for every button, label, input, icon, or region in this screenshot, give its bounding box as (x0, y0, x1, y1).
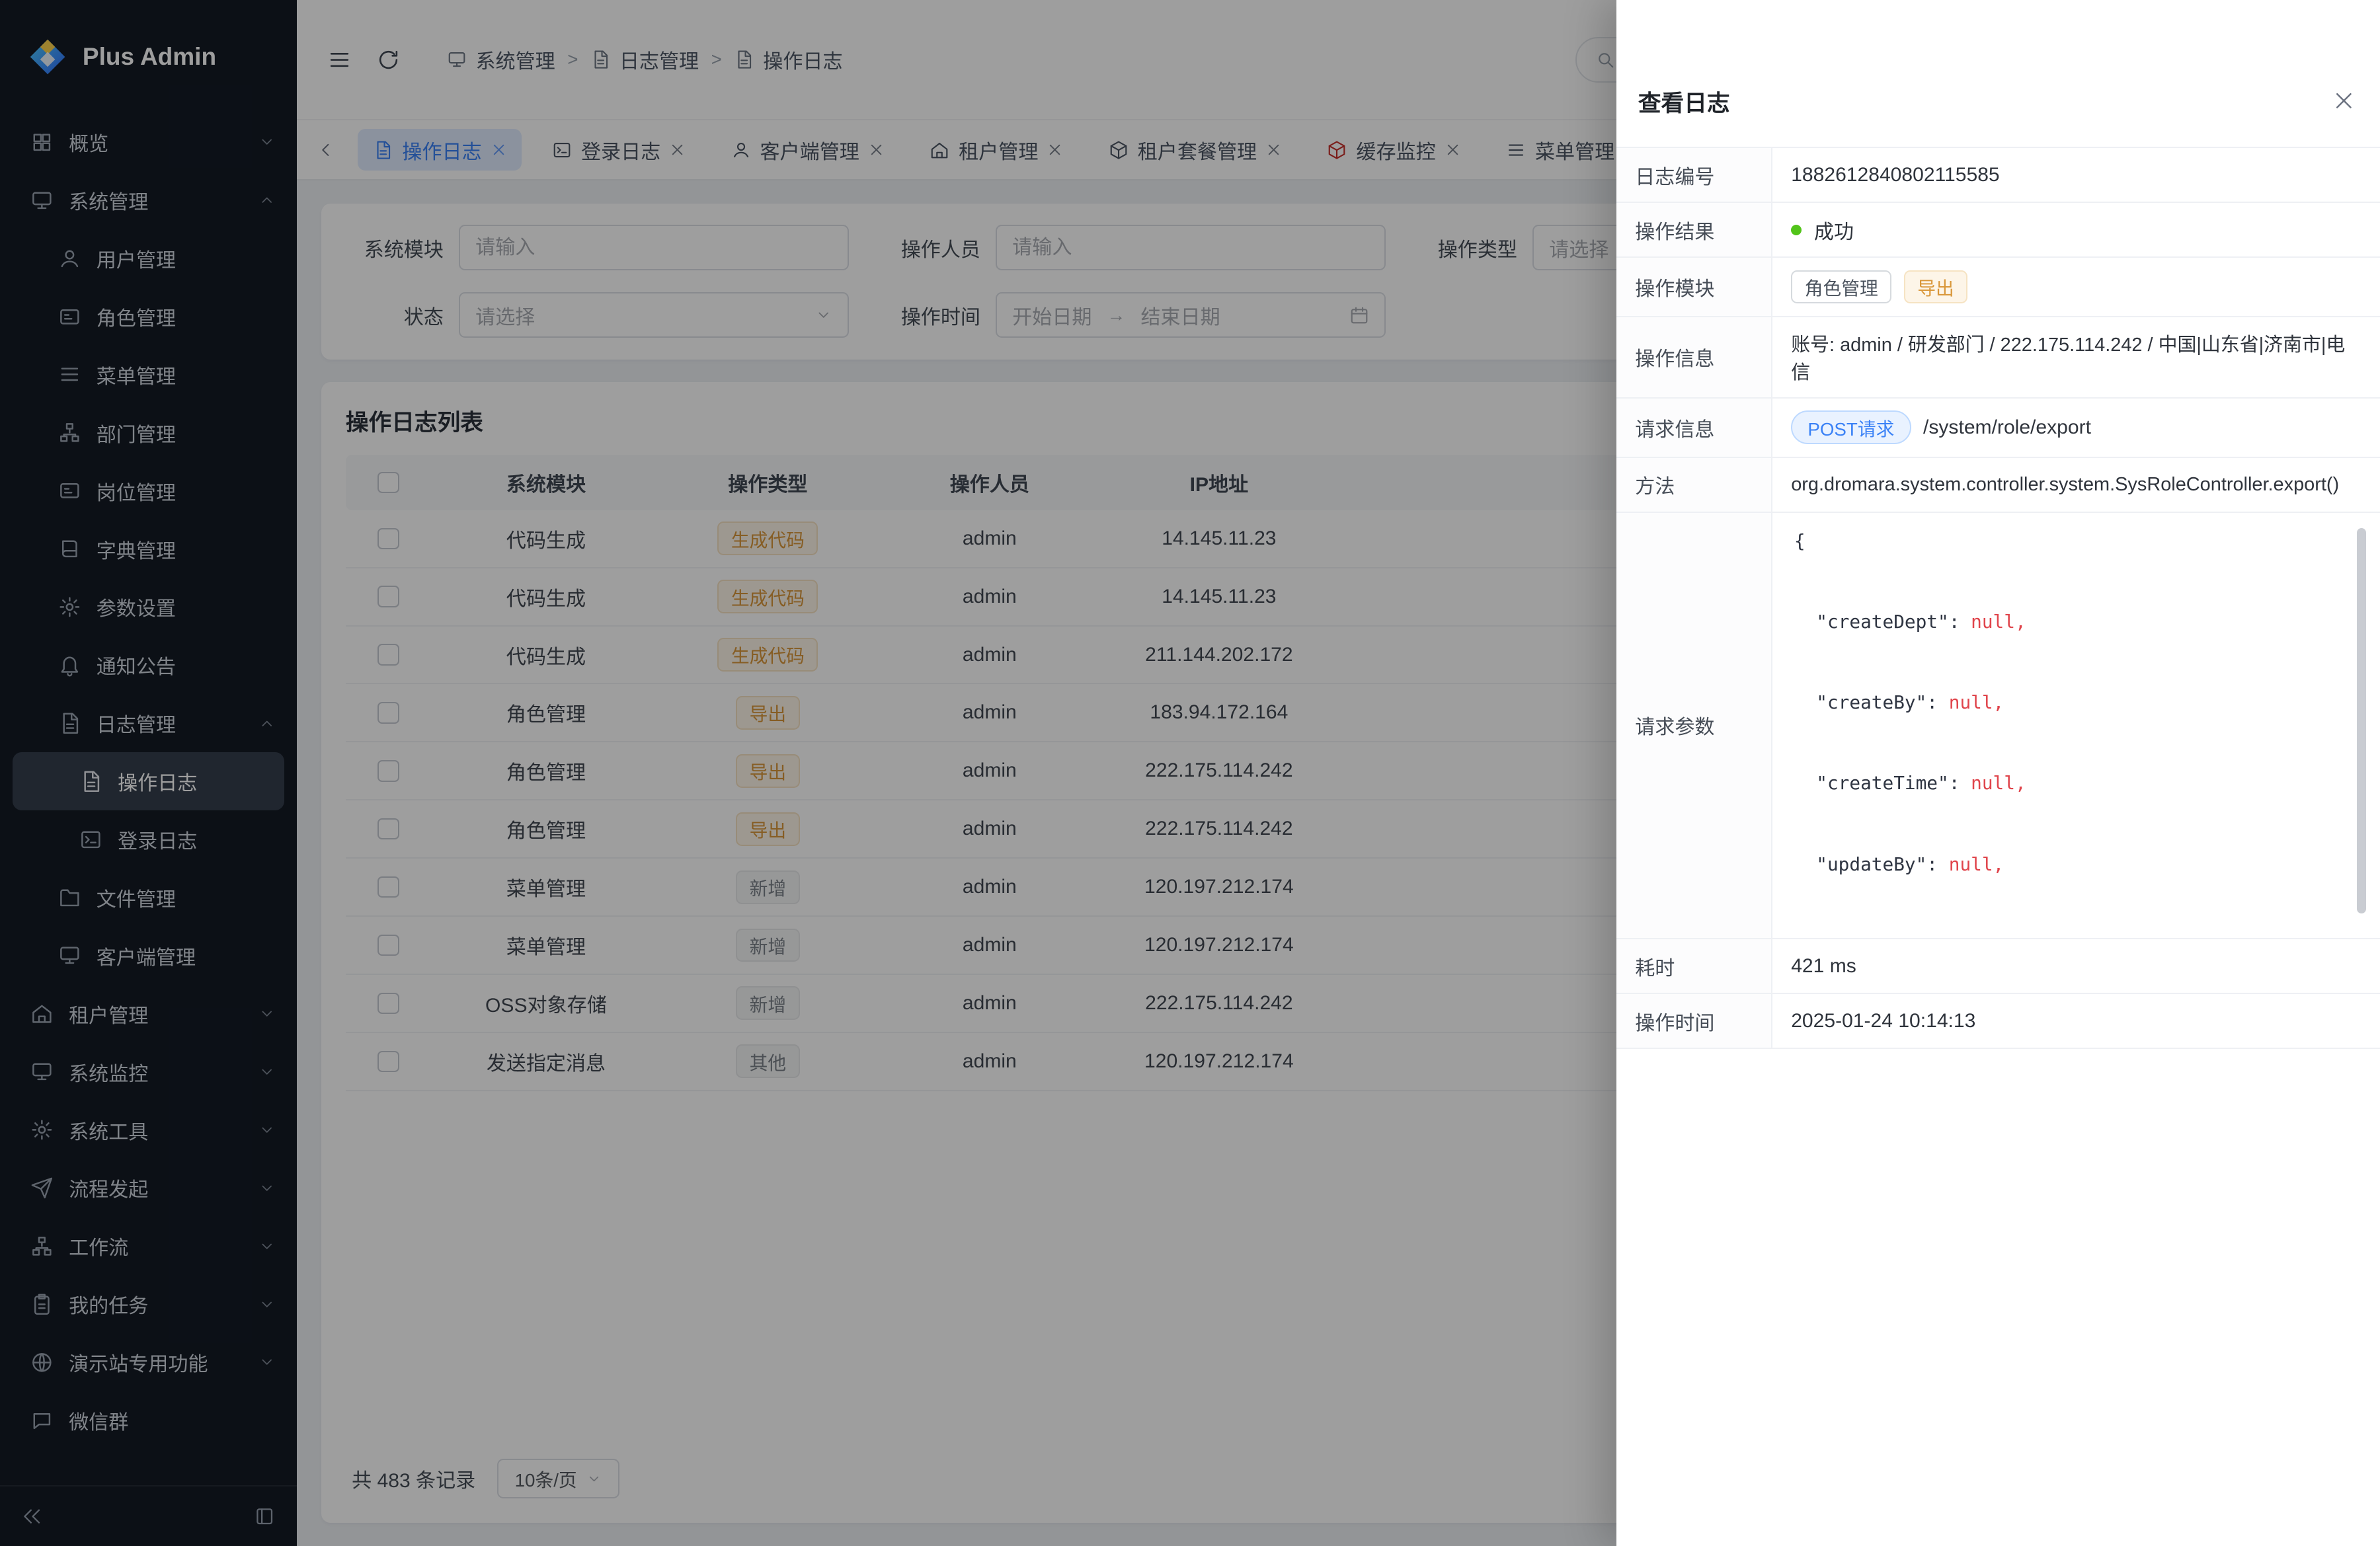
request-url: /system/role/export (1923, 416, 2091, 439)
operation-type-tag: 导出 (1904, 270, 1968, 304)
detail-row-module: 操作模块 角色管理 导出 (1616, 258, 2379, 317)
result-value: 成功 (1814, 215, 1854, 245)
request-params-json[interactable]: { "createDept": null, "createBy": null, … (1782, 519, 2371, 932)
app-root: Plus Admin 概览 系统管理 用户管理 角色管理 (0, 0, 2380, 1546)
detail-row-duration: 耗时 421 ms (1616, 939, 2379, 994)
operation-time-value: 2025-01-24 10:14:13 (1772, 994, 2380, 1048)
close-icon[interactable] (2332, 89, 2356, 112)
success-status-dot (1791, 225, 1802, 235)
operation-info-value: 账号: admin / 研发部门 / 222.175.114.242 / 中国|… (1772, 317, 2380, 397)
method-value: org.dromara.system.controller.system.Sys… (1772, 458, 2380, 512)
detail-row-request: 请求信息 POST请求 /system/role/export (1616, 399, 2379, 458)
log-id-value: 1882612840802115585 (1772, 148, 2380, 202)
duration-value: 421 ms (1772, 939, 2380, 993)
drawer-header: 查看日志 (1616, 0, 2379, 147)
code-scrollbar[interactable] (2357, 528, 2366, 913)
detail-row-method: 方法 org.dromara.system.controller.system.… (1616, 458, 2379, 513)
detail-row-time: 操作时间 2025-01-24 10:14:13 (1616, 994, 2379, 1049)
detail-row-params: 请求参数 { "createDept": null, "createBy": n… (1616, 513, 2379, 939)
drawer-title: 查看日志 (1638, 85, 1730, 118)
detail-row-result: 操作结果 成功 (1616, 203, 2379, 258)
drawer-view-log: 查看日志 日志编号 1882612840802115585 操作结果 成功 操作… (1616, 0, 2379, 1546)
detail-row-log-id: 日志编号 1882612840802115585 (1616, 148, 2379, 203)
module-tag: 角色管理 (1791, 270, 1891, 304)
post-method-tag: POST请求 (1791, 410, 1911, 444)
log-detail-table: 日志编号 1882612840802115585 操作结果 成功 操作模块 角色… (1616, 147, 2379, 1049)
detail-row-info: 操作信息 账号: admin / 研发部门 / 222.175.114.242 … (1616, 317, 2379, 399)
